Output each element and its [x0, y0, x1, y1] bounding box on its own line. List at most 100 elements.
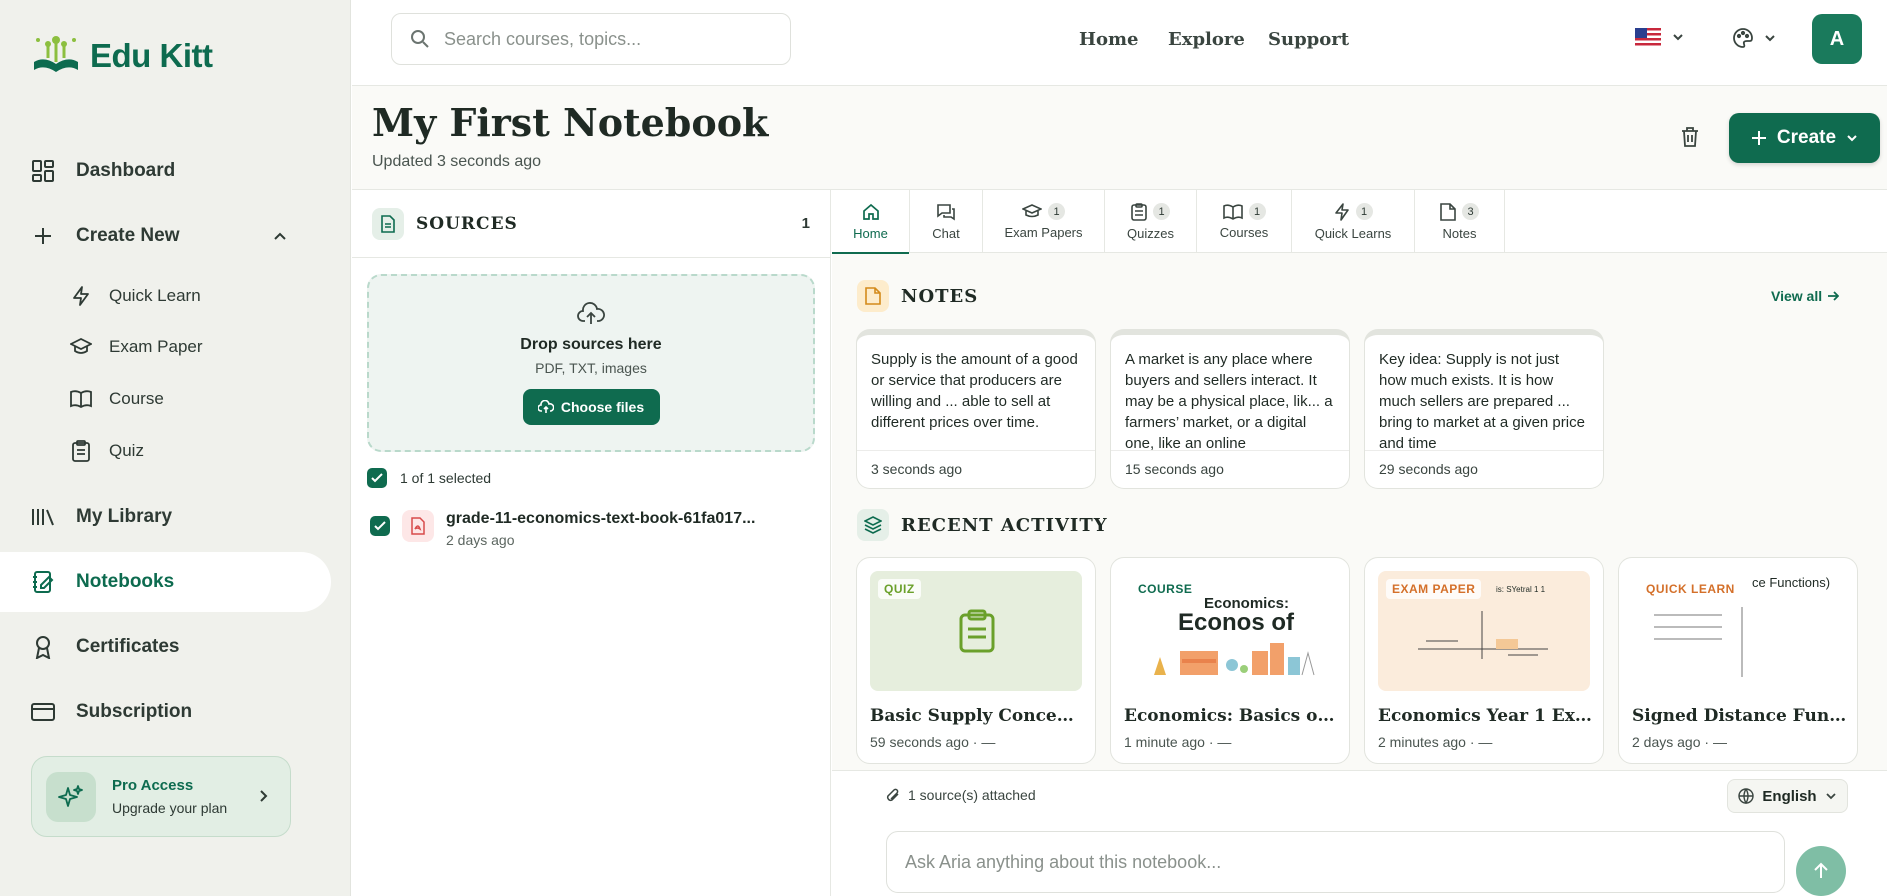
- language-selector[interactable]: [1635, 28, 1685, 46]
- book-icon: [1222, 203, 1243, 220]
- attached-indicator: 1 source(s) attached: [886, 787, 1036, 803]
- activity-meta: 2 minutes ago · —: [1378, 734, 1493, 750]
- activity-meta: 1 minute ago · —: [1124, 734, 1232, 750]
- tab-chat[interactable]: Chat: [910, 190, 983, 253]
- plus-icon: [1751, 131, 1766, 145]
- sub-item-label: Quick Learn: [109, 286, 201, 305]
- notes-title: NOTES: [901, 285, 979, 307]
- theme-selector[interactable]: [1733, 28, 1777, 48]
- tab-courses[interactable]: 1 Courses: [1197, 190, 1292, 253]
- nav-home[interactable]: Home: [1079, 29, 1139, 50]
- language-dropdown[interactable]: English: [1727, 779, 1848, 813]
- note-text: Supply is the amount of a good or servic…: [857, 335, 1095, 451]
- drop-zone[interactable]: Drop sources here PDF, TXT, images Choos…: [367, 274, 815, 452]
- drop-subtitle: PDF, TXT, images: [535, 360, 647, 376]
- note-time: 3 seconds ago: [871, 461, 963, 477]
- nav-explore[interactable]: Explore: [1168, 29, 1245, 50]
- notebook-header: My First Notebook Updated 3 seconds ago …: [352, 86, 1887, 190]
- activity-dash: —: [1712, 734, 1727, 750]
- avatar[interactable]: A: [1812, 14, 1862, 64]
- tab-label: Exam Papers: [1004, 225, 1083, 240]
- cloud-upload-icon: [537, 400, 554, 413]
- sub-item-label: Exam Paper: [109, 337, 203, 356]
- tab-quick-learns[interactable]: 1 Quick Learns: [1292, 190, 1415, 253]
- chevron-down-icon: [1763, 31, 1777, 45]
- thumb-text: ce Functions): [1752, 575, 1831, 590]
- cloud-upload-icon: [577, 302, 605, 326]
- search-input[interactable]: [444, 28, 764, 50]
- drop-title: Drop sources here: [520, 336, 662, 353]
- clipboard-icon: [958, 609, 996, 653]
- pro-access-card[interactable]: Pro Access Upgrade your plan: [31, 756, 291, 837]
- select-all-checkbox[interactable]: [367, 468, 387, 488]
- credit-card-icon: [30, 699, 56, 725]
- nav-notebooks[interactable]: Notebooks: [0, 552, 331, 612]
- quiz-thumbnail: QUIZ: [870, 571, 1082, 691]
- note-card[interactable]: A market is any place where buyers and s…: [1110, 329, 1350, 489]
- nav-dashboard-label: Dashboard: [76, 160, 176, 181]
- ask-box[interactable]: [886, 831, 1785, 893]
- logo-text: Edu Kitt: [90, 37, 213, 74]
- nav-my-library[interactable]: My Library: [0, 487, 331, 547]
- sub-item-quick-learn[interactable]: Quick Learn: [70, 276, 201, 316]
- choose-files-button[interactable]: Choose files: [522, 389, 660, 425]
- chat-composer: 1 source(s) attached English: [832, 770, 1887, 896]
- logo[interactable]: Edu Kitt: [30, 32, 213, 80]
- main-content: Home Chat 1 Exam Papers 1 Quizzes 1 Cour…: [832, 190, 1887, 896]
- sub-item-quiz[interactable]: Quiz: [70, 431, 144, 471]
- file-checkbox[interactable]: [370, 516, 390, 536]
- sub-item-exam-paper[interactable]: Exam Paper: [70, 327, 203, 367]
- diagram-image: [1418, 611, 1548, 661]
- tab-exam-papers[interactable]: 1 Exam Papers: [983, 190, 1105, 253]
- activity-tag: EXAM PAPER: [1386, 579, 1482, 599]
- thumb-text: Econos of: [1178, 609, 1295, 636]
- tab-home[interactable]: Home: [832, 190, 910, 254]
- file-time: 2 days ago: [446, 532, 515, 548]
- nav-certificates[interactable]: Certificates: [0, 617, 331, 677]
- nav-notebooks-label: Notebooks: [76, 571, 175, 592]
- nav-dashboard[interactable]: Dashboard: [0, 141, 331, 201]
- selected-count: 1 of 1 selected: [400, 470, 492, 486]
- note-icon: [857, 280, 889, 312]
- select-all-row: 1 of 1 selected: [367, 468, 491, 488]
- logo-icon: [34, 36, 78, 72]
- source-file-row[interactable]: grade-11-economics-text-book-61fa017... …: [370, 510, 755, 548]
- note-card[interactable]: Supply is the amount of a good or servic…: [856, 329, 1096, 489]
- chevron-up-icon[interactable]: [272, 228, 288, 244]
- search-box[interactable]: [391, 13, 791, 65]
- trash-icon[interactable]: [1680, 126, 1700, 148]
- us-flag-icon: [1635, 28, 1661, 46]
- chat-icon: [936, 203, 956, 221]
- chevron-down-icon: [1847, 135, 1857, 142]
- tab-quizzes[interactable]: 1 Quizzes: [1105, 190, 1197, 253]
- tab-badge: 1: [1153, 203, 1170, 220]
- send-button[interactable]: [1796, 846, 1846, 896]
- pro-title: Pro Access: [112, 777, 194, 794]
- activity-title: Basic Supply Concepts: [870, 706, 1085, 726]
- sources-header: SOURCES 1: [352, 190, 830, 258]
- sources-panel: SOURCES 1 Drop sources here PDF, TXT, im…: [352, 190, 831, 896]
- pdf-file-icon: [402, 510, 434, 542]
- arrow-up-icon: [1814, 862, 1828, 878]
- activity-card-exam-paper[interactable]: EXAM PAPER is: SYetral 1 1 Economics Yea…: [1364, 557, 1604, 764]
- note-card[interactable]: Key idea: Supply is not just how much ex…: [1364, 329, 1604, 489]
- nav-subscription[interactable]: Subscription: [0, 682, 331, 742]
- chevron-down-icon: [1671, 30, 1685, 44]
- activity-card-quick-learn[interactable]: QUICK LEARN ce Functions) Signed Distanc…: [1618, 557, 1858, 764]
- globe-icon: [1738, 788, 1755, 804]
- nav-support[interactable]: Support: [1268, 29, 1349, 50]
- arrow-right-icon: [1827, 290, 1840, 302]
- activity-time: 2 days ago: [1632, 734, 1701, 750]
- activity-card-quiz[interactable]: QUIZ Basic Supply Concepts 59 seconds ag…: [856, 557, 1096, 764]
- tab-badge: 1: [1048, 203, 1065, 220]
- note-time: 15 seconds ago: [1125, 461, 1224, 477]
- create-button[interactable]: Create: [1729, 113, 1880, 163]
- home-icon: [862, 203, 880, 221]
- view-all-label: View all: [1771, 288, 1823, 304]
- activity-meta: 2 days ago · —: [1632, 734, 1727, 750]
- ask-input[interactable]: [905, 851, 1765, 873]
- sub-item-course[interactable]: Course: [70, 379, 164, 419]
- tab-notes[interactable]: 3 Notes: [1415, 190, 1505, 253]
- view-all-link[interactable]: View all: [1771, 288, 1840, 304]
- activity-card-course[interactable]: COURSE Economics: Econos of Economics: B…: [1110, 557, 1350, 764]
